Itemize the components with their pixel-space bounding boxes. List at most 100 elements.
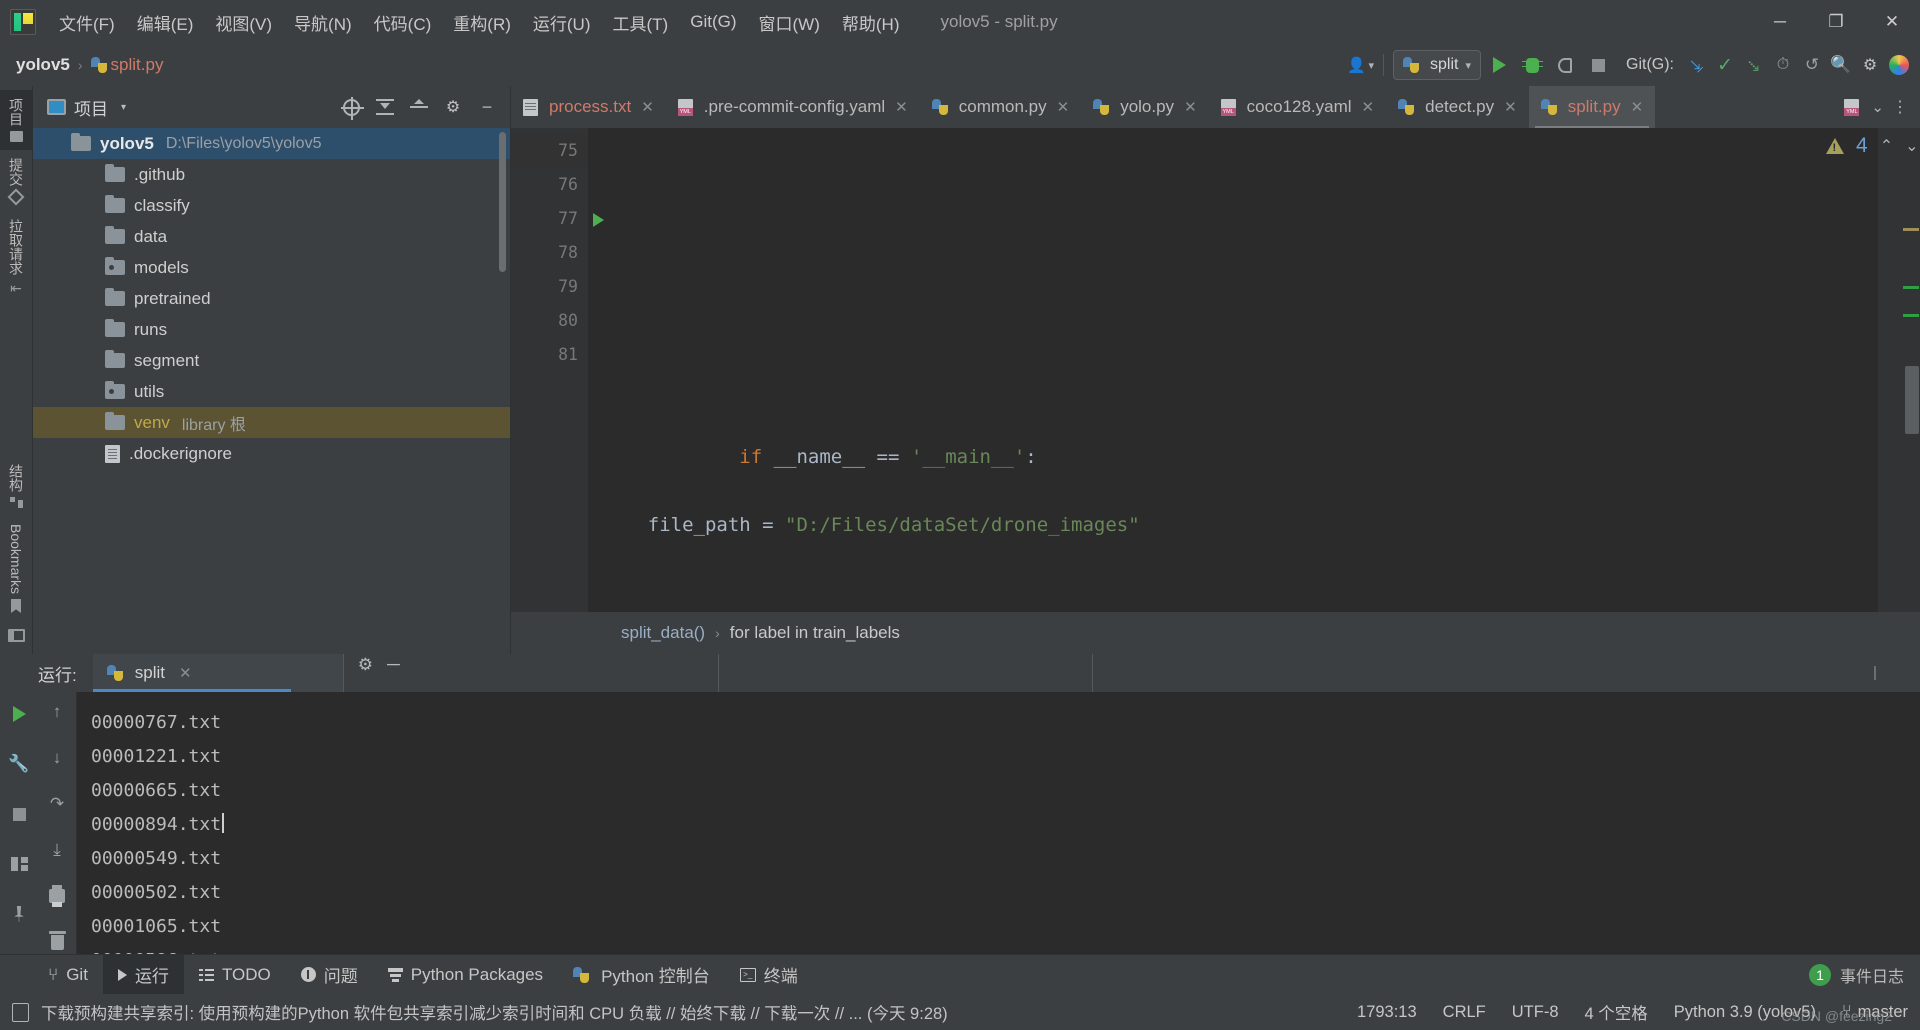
menu-window[interactable]: 窗口(W) xyxy=(748,6,831,39)
rail-button-project[interactable]: 项目 xyxy=(0,90,33,150)
editor-gutter[interactable]: 75 76 77 78 79 80 81 xyxy=(511,128,588,612)
tree-row-models[interactable]: › models xyxy=(33,252,510,283)
account-icon[interactable]: 👤 xyxy=(1343,52,1369,78)
expand-all-button[interactable] xyxy=(374,96,396,118)
settings-button[interactable]: ⚙ xyxy=(1857,52,1883,78)
notification-icon[interactable] xyxy=(12,1003,29,1022)
rail-button-structure[interactable]: 结构 xyxy=(0,456,33,516)
git-history-button[interactable]: ⏱ xyxy=(1770,52,1796,78)
menu-refactor[interactable]: 重构(R) xyxy=(442,6,522,39)
close-button[interactable]: ✕ xyxy=(1864,0,1920,44)
scroll-to-end-button[interactable]: ⤓ xyxy=(43,838,71,862)
bottom-button-git[interactable]: ⑂ Git xyxy=(33,955,103,995)
down-stack-button[interactable]: ↓ xyxy=(43,746,71,770)
rail-button-bookmarks[interactable]: Bookmarks xyxy=(0,516,33,621)
marker-warning[interactable] xyxy=(1903,228,1919,231)
status-message[interactable]: 下载预构建共享索引: 使用预构建的Python 软件包共享索引减少索引时间和 C… xyxy=(41,1000,948,1024)
rail-button-pull-requests[interactable]: 拉取请求 ⇤ xyxy=(0,211,33,305)
close-icon[interactable]: ✕ xyxy=(895,98,908,116)
close-icon[interactable]: ✕ xyxy=(1504,98,1517,116)
run-settings-button[interactable]: 🔧 xyxy=(5,750,33,778)
menu-git[interactable]: Git(G) xyxy=(679,8,747,36)
caret-position[interactable]: 1793:13 xyxy=(1357,1003,1417,1022)
inspection-widget[interactable]: 4 ⌃ ⌄ xyxy=(1826,134,1919,158)
run-header-handle[interactable] xyxy=(1874,666,1876,680)
select-opened-file-button[interactable] xyxy=(340,96,362,118)
hide-project-panel-button[interactable]: − xyxy=(476,96,498,118)
layout-button[interactable] xyxy=(5,850,33,878)
menu-code[interactable]: 代码(C) xyxy=(363,6,443,39)
project-settings-button[interactable]: ⚙ xyxy=(442,96,464,118)
menu-edit[interactable]: 编辑(E) xyxy=(126,6,205,39)
debug-button[interactable] xyxy=(1517,50,1547,80)
close-icon[interactable]: ✕ xyxy=(641,98,654,116)
editor-tab-process-txt[interactable]: process.txt ✕ xyxy=(511,86,666,128)
tree-row-github[interactable]: › .github xyxy=(33,159,510,190)
marker-change[interactable] xyxy=(1903,286,1919,289)
rerun-button[interactable] xyxy=(5,700,33,728)
editor-tab-coco128-yaml[interactable]: coco128.yaml ✕ xyxy=(1209,86,1386,128)
tree-row-dockerignore[interactable]: .dockerignore xyxy=(33,438,510,469)
ai-assistant-button[interactable] xyxy=(1886,52,1912,78)
console-output[interactable]: 00000767.txt 00001221.txt 00000665.txt 0… xyxy=(77,692,1920,954)
gear-icon[interactable]: ⚙ xyxy=(358,655,373,675)
editor-tab-detect-py[interactable]: detect.py ✕ xyxy=(1386,86,1529,128)
project-view-caret-icon[interactable]: ▾ xyxy=(121,102,126,113)
close-icon[interactable]: ✕ xyxy=(1631,98,1644,116)
file-encoding[interactable]: UTF-8 xyxy=(1512,1003,1559,1022)
collapse-all-button[interactable] xyxy=(408,96,430,118)
editor-tab-common-py[interactable]: common.py ✕ xyxy=(920,86,1081,128)
stop-process-button[interactable] xyxy=(5,800,33,828)
project-tree[interactable]: ⌄ yolov5 D:\Files\yolov5\yolov5 › .githu… xyxy=(33,128,510,654)
pin-tab-button[interactable] xyxy=(5,900,33,928)
code-content[interactable]: −if __name__ == '__main__': file_path = … xyxy=(588,128,1878,612)
git-push-button[interactable]: ⤑ xyxy=(1741,52,1767,78)
minimize-button[interactable]: ─ xyxy=(1752,0,1808,44)
code-editor[interactable]: 75 76 77 78 79 80 81 −if __name__ == xyxy=(511,128,1920,612)
tree-row-classify[interactable]: › classify xyxy=(33,190,510,221)
bottom-button-terminal[interactable]: >_ 终端 xyxy=(725,955,813,995)
chevron-down-icon[interactable]: ⌄ xyxy=(1871,98,1884,116)
bottom-button-python-console[interactable]: Python 控制台 xyxy=(558,955,725,995)
rail-button-layout[interactable] xyxy=(0,621,33,654)
clear-console-button[interactable] xyxy=(43,930,71,954)
project-tree-scrollbar[interactable] xyxy=(499,132,506,272)
close-icon[interactable]: ✕ xyxy=(1184,98,1197,116)
line-separator[interactable]: CRLF xyxy=(1443,1003,1486,1022)
soft-wrap-button[interactable]: ↷ xyxy=(43,792,71,816)
git-commit-button[interactable]: ✓ xyxy=(1712,52,1738,78)
search-everywhere-button[interactable]: 🔍 xyxy=(1828,52,1854,78)
tree-row-segment[interactable]: › segment xyxy=(33,345,510,376)
breadcrumb-file[interactable]: split.py xyxy=(111,55,164,75)
marker-change[interactable] xyxy=(1903,314,1919,317)
bottom-button-python-packages[interactable]: Python Packages xyxy=(373,955,558,995)
tree-row-data[interactable]: › data xyxy=(33,221,510,252)
rail-button-commit[interactable]: 提交 xyxy=(0,150,33,211)
editor-tab-yolo-py[interactable]: yolo.py ✕ xyxy=(1081,86,1208,128)
more-options-icon[interactable]: ⋮ xyxy=(1892,97,1908,117)
menu-view[interactable]: 视图(V) xyxy=(204,6,283,39)
bottom-button-run[interactable]: 运行 xyxy=(103,955,184,995)
git-rollback-button[interactable]: ↺ xyxy=(1799,52,1825,78)
editor-marker-bar[interactable]: 4 ⌃ ⌄ xyxy=(1878,128,1920,612)
menu-file[interactable]: 文件(F) xyxy=(48,6,126,39)
next-problem-icon[interactable]: ⌄ xyxy=(1905,136,1918,156)
menu-run[interactable]: 运行(U) xyxy=(522,6,602,39)
print-button[interactable] xyxy=(43,884,71,908)
account-caret-icon[interactable]: ▾ xyxy=(1368,59,1374,72)
stop-button[interactable] xyxy=(1583,50,1613,80)
bottom-button-todo[interactable]: TODO xyxy=(184,955,286,995)
previous-problem-icon[interactable]: ⌃ xyxy=(1880,136,1893,156)
breadcrumb-function[interactable]: split_data() xyxy=(621,623,705,643)
coverage-button[interactable] xyxy=(1550,50,1580,80)
close-icon[interactable]: ✕ xyxy=(179,664,192,682)
tree-row-venv[interactable]: › venv library 根 xyxy=(33,407,510,438)
indent-setting[interactable]: 4 个空格 xyxy=(1585,1000,1648,1024)
breadcrumb-loop[interactable]: for label in train_labels xyxy=(730,623,900,643)
editor-scrollbar-thumb[interactable] xyxy=(1905,366,1919,434)
close-icon[interactable]: ✕ xyxy=(1057,98,1070,116)
breadcrumb-project[interactable]: yolov5 xyxy=(16,55,70,75)
menu-help[interactable]: 帮助(H) xyxy=(831,6,911,39)
menu-tools[interactable]: 工具(T) xyxy=(602,6,680,39)
maximize-button[interactable]: ❐ xyxy=(1808,0,1864,44)
